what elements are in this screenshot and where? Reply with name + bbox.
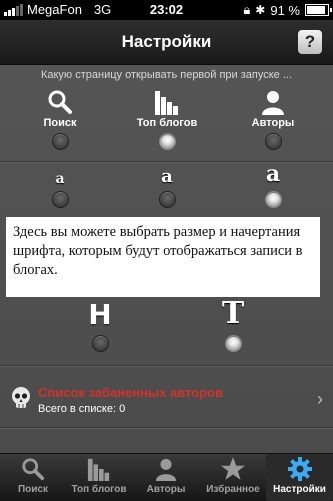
banned-authors-count: Всего в списке: 0 xyxy=(38,403,126,415)
tab-label: Авторы xyxy=(146,484,186,495)
lock-icon: 🔒︎ xyxy=(243,2,251,17)
font-size-small[interactable]: a xyxy=(20,165,100,208)
tab-top-blogs[interactable]: Топ блогов xyxy=(66,454,132,501)
status-bar: MegaFon 3G 23:02 🔒︎ ✱ 91 % xyxy=(0,0,333,20)
font-style-sans[interactable]: H xyxy=(60,298,140,352)
search-icon xyxy=(0,454,66,484)
search-icon xyxy=(20,87,100,115)
divider xyxy=(0,427,333,429)
start-option-radio[interactable] xyxy=(264,133,282,150)
skull-icon xyxy=(12,387,30,408)
font-style-radio[interactable] xyxy=(91,335,109,352)
font-size-glyph: a xyxy=(161,166,173,187)
divider xyxy=(0,161,333,163)
font-style-glyph: H xyxy=(88,298,112,331)
tab-label: Настройки xyxy=(273,484,326,495)
font-size-glyph: a xyxy=(265,161,281,187)
help-button[interactable]: ? xyxy=(298,30,322,54)
tab-favorites[interactable]: Избранное xyxy=(200,454,266,501)
settings-content: Какую страницу открывать первой при запу… xyxy=(0,65,333,455)
font-style-options: H T xyxy=(0,296,333,361)
tab-search[interactable]: Поиск xyxy=(0,454,66,501)
person-icon xyxy=(233,87,313,115)
page-title: Настройки xyxy=(121,32,212,51)
start-option-radio[interactable] xyxy=(158,133,176,150)
banned-authors-title: Список забаненных авторов xyxy=(38,385,224,400)
font-size-medium[interactable]: a xyxy=(127,165,207,208)
start-option-radio[interactable] xyxy=(51,133,69,150)
font-size-glyph: a xyxy=(55,171,65,187)
font-size-large[interactable]: a xyxy=(233,161,313,208)
chevron-right-icon: › xyxy=(317,389,323,409)
start-page-hint: Какую страницу открывать первой при запу… xyxy=(40,69,293,81)
bar-chart-icon xyxy=(127,87,207,115)
nav-bar: Настройки ? xyxy=(0,20,333,65)
start-option-authors[interactable]: Авторы xyxy=(233,87,313,150)
tab-bar: Поиск Топ блогов Авторы Избранное Настро… xyxy=(0,453,333,501)
gear-icon xyxy=(266,454,333,484)
start-option-search[interactable]: Поиск xyxy=(20,87,100,150)
banned-authors-row[interactable]: Список забаненных авторов Всего в списке… xyxy=(0,373,333,425)
font-size-radio[interactable] xyxy=(264,191,282,208)
font-size-radio[interactable] xyxy=(51,191,69,208)
help-tooltip: Здесь вы можете выбрать размер и начерта… xyxy=(6,217,320,297)
start-option-label: Авторы xyxy=(251,117,295,129)
start-page-options: Поиск Топ блогов Авторы xyxy=(0,87,333,157)
bar-chart-icon xyxy=(66,454,132,484)
font-style-glyph: T xyxy=(221,296,245,331)
star-icon xyxy=(200,454,266,484)
start-option-label: Поиск xyxy=(43,117,77,129)
battery-percent: 91 % xyxy=(270,2,300,18)
font-style-radio[interactable] xyxy=(224,335,242,352)
battery-icon xyxy=(305,4,332,16)
start-option-top-blogs[interactable]: Топ блогов xyxy=(127,87,207,150)
tab-label: Избранное xyxy=(206,484,260,495)
start-option-label: Топ блогов xyxy=(136,117,198,129)
tab-settings[interactable]: Настройки xyxy=(266,454,333,501)
tab-authors[interactable]: Авторы xyxy=(133,454,199,501)
font-size-radio[interactable] xyxy=(158,191,176,208)
person-icon xyxy=(133,454,199,484)
tab-label: Поиск xyxy=(17,484,48,495)
bluetooth-icon: ✱ xyxy=(255,3,266,17)
font-style-serif[interactable]: T xyxy=(193,296,273,352)
font-size-options: a a a xyxy=(0,161,333,215)
divider xyxy=(0,365,333,367)
tab-label: Топ блогов xyxy=(71,484,127,495)
